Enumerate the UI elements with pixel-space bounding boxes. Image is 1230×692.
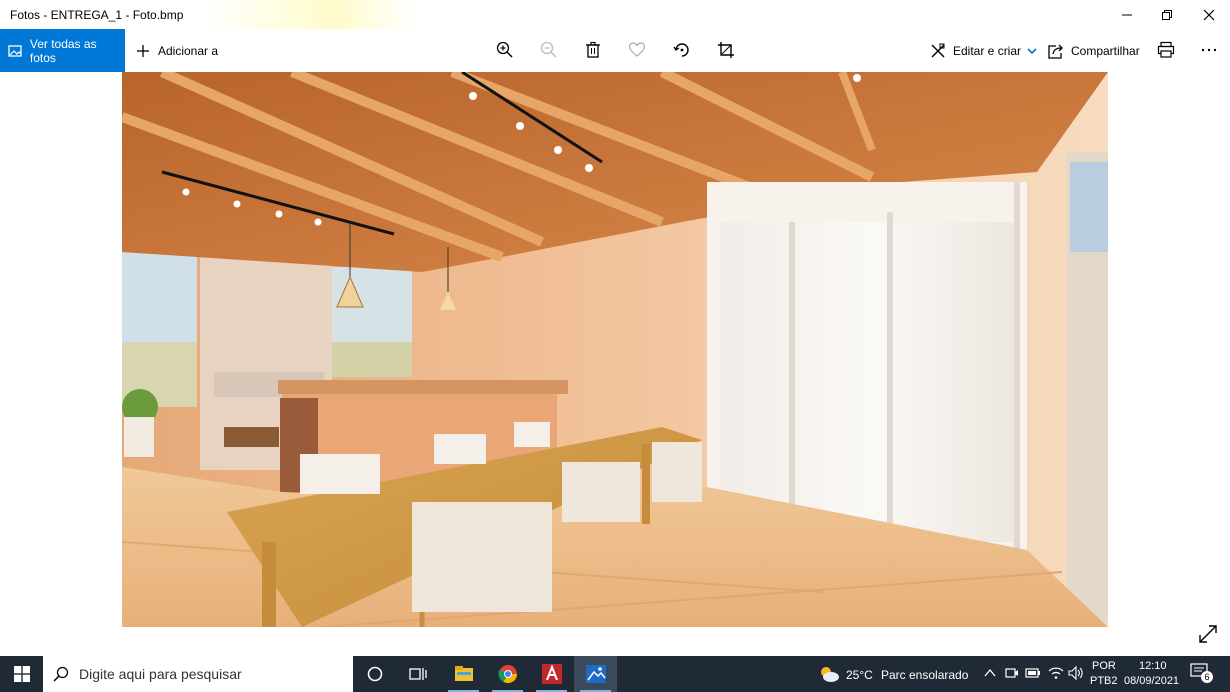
- zoom-in-icon: [496, 41, 513, 58]
- search-placeholder: Digite aqui para pesquisar: [79, 666, 242, 682]
- weather-partly-sunny-icon[interactable]: [818, 665, 840, 683]
- zoom-out-button[interactable]: [539, 40, 559, 60]
- photo-image: [122, 72, 1108, 627]
- more-button[interactable]: [1199, 40, 1219, 60]
- chevron-down-icon: [1027, 47, 1037, 54]
- start-button[interactable]: [0, 656, 43, 692]
- favorite-button[interactable]: [627, 40, 647, 60]
- chevron-up-icon[interactable]: [984, 668, 996, 678]
- meet-now-icon[interactable]: [1005, 666, 1019, 680]
- clock-date[interactable]: 08/09/2021: [1124, 675, 1179, 687]
- minimize-icon: [1122, 14, 1132, 15]
- autocad-icon: [541, 664, 562, 684]
- wifi-icon[interactable]: [1048, 666, 1064, 680]
- weather-temperature[interactable]: 25°C: [846, 668, 873, 682]
- edit-create-button[interactable]: Editar e criar: [930, 29, 1037, 72]
- edit-create-label: Editar e criar: [953, 43, 1022, 58]
- clock-time[interactable]: 12:10: [1139, 660, 1167, 672]
- delete-icon: [586, 41, 600, 58]
- rotate-button[interactable]: [672, 40, 692, 60]
- view-all-photos-button[interactable]: Ver todas as fotos: [0, 29, 125, 72]
- photos-icon: [8, 44, 22, 57]
- zoom-in-button[interactable]: [495, 40, 515, 60]
- add-to-button[interactable]: Adicionar a: [136, 29, 218, 72]
- restore-button[interactable]: [1144, 0, 1190, 29]
- chrome-app[interactable]: [486, 656, 529, 692]
- delete-button[interactable]: [583, 40, 603, 60]
- photos-app-icon: [585, 665, 606, 683]
- windows-logo-icon: [13, 666, 30, 682]
- restore-icon: [1162, 9, 1172, 20]
- edit-icon: [931, 43, 945, 57]
- chrome-icon: [497, 665, 517, 684]
- view-all-label: Ver todas as fotos: [29, 36, 97, 65]
- taskbar: Digite aqui para pesquisar 25°C Parc ens…: [0, 656, 1230, 692]
- rotate-icon: [673, 43, 689, 57]
- notification-count-badge: 6: [1201, 671, 1213, 683]
- photos-app[interactable]: [574, 656, 617, 692]
- zoom-out-icon: [540, 41, 557, 58]
- share-label: Compartilhar: [1071, 43, 1140, 58]
- favorite-icon: [628, 42, 646, 57]
- print-icon: [1157, 41, 1175, 58]
- task-view-icon: [408, 668, 427, 680]
- crop-icon: [718, 42, 734, 58]
- photo-render: [122, 72, 1108, 627]
- notification-center-button[interactable]: 6: [1190, 663, 1214, 685]
- fullscreen-expand-icon[interactable]: [1198, 624, 1218, 644]
- autocad-app[interactable]: [530, 656, 573, 692]
- keyboard-layout[interactable]: PTB2: [1090, 675, 1118, 687]
- battery-icon[interactable]: [1025, 667, 1041, 679]
- share-button[interactable]: Compartilhar: [1048, 29, 1140, 72]
- task-view-button[interactable]: [396, 656, 439, 692]
- cortana-icon: [367, 666, 382, 682]
- add-to-label: Adicionar a: [158, 43, 219, 58]
- folder-icon: [454, 666, 473, 681]
- search-icon: [53, 666, 69, 682]
- input-language[interactable]: POR: [1092, 660, 1116, 672]
- window-title: Fotos - ENTREGA_1 - Foto.bmp: [10, 8, 184, 22]
- cortana-button[interactable]: [353, 656, 396, 692]
- title-bar: Fotos - ENTREGA_1 - Foto.bmp: [0, 0, 1230, 29]
- crop-button[interactable]: [716, 40, 736, 60]
- share-icon: [1048, 44, 1063, 59]
- file-explorer-app[interactable]: [442, 656, 485, 692]
- photo-viewer[interactable]: [0, 72, 1230, 656]
- volume-icon[interactable]: [1068, 666, 1084, 680]
- taskbar-search-box[interactable]: Digite aqui para pesquisar: [43, 656, 353, 692]
- toolbar: Ver todas as fotos Adicionar a Editar e …: [0, 29, 1230, 72]
- weather-description[interactable]: Parc ensolarado: [881, 668, 968, 682]
- close-icon: [1203, 9, 1215, 20]
- plus-icon: [137, 44, 149, 57]
- print-button[interactable]: [1156, 40, 1176, 60]
- close-button[interactable]: [1186, 0, 1230, 29]
- more-icon: [1201, 48, 1217, 52]
